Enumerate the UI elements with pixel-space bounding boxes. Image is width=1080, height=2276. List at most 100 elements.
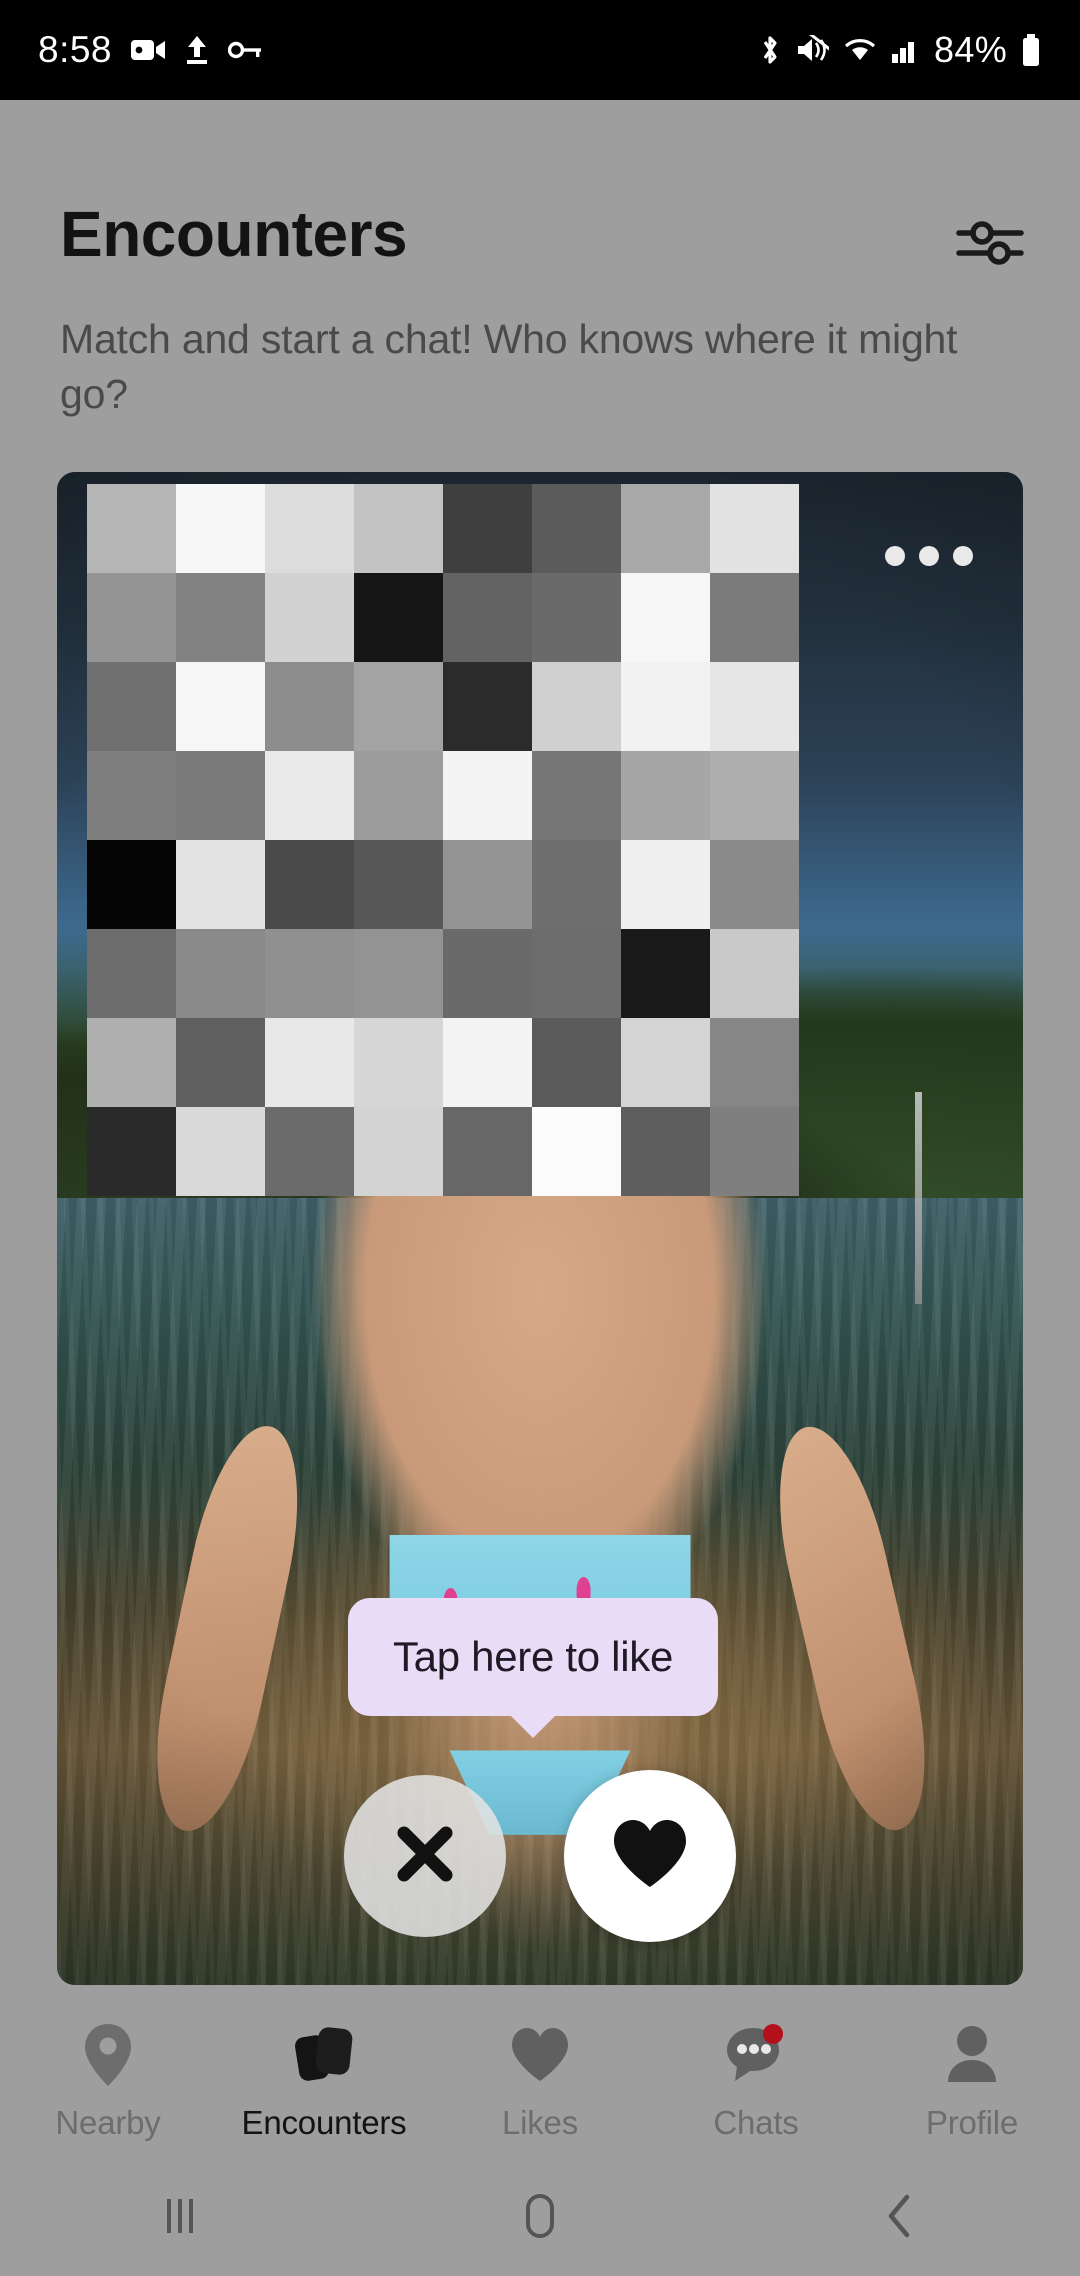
bottom-navigation: Nearby Encounters Likes Chats Profile <box>0 2000 1080 2160</box>
censor-tile <box>265 662 354 751</box>
censor-tile <box>532 929 621 1018</box>
censor-tile <box>443 662 532 751</box>
censor-tile <box>710 1107 799 1196</box>
status-bar: 8:58 84% <box>0 0 1080 100</box>
censor-tile <box>710 840 799 929</box>
censor-tile <box>354 1107 443 1196</box>
nav-label-nearby: Nearby <box>55 2104 161 2141</box>
censor-tile <box>87 1018 176 1107</box>
censor-tile <box>532 1018 621 1107</box>
censor-tile <box>443 484 532 573</box>
wifi-icon <box>842 35 878 65</box>
battery-percent-label: 84% <box>934 29 1007 70</box>
censor-tile <box>710 1018 799 1107</box>
censor-tile <box>710 573 799 662</box>
card-stack-icon <box>291 2022 357 2088</box>
censor-tile <box>443 929 532 1018</box>
censor-tile <box>87 484 176 573</box>
censor-tile <box>443 1107 532 1196</box>
like-tooltip: Tap here to like <box>348 1598 718 1716</box>
censor-tile <box>176 840 265 929</box>
censor-tile <box>176 662 265 751</box>
censor-tile <box>710 662 799 751</box>
censor-tile <box>87 751 176 840</box>
censor-tile <box>265 1107 354 1196</box>
recents-button[interactable] <box>105 2179 255 2257</box>
location-pin-icon <box>80 2022 136 2088</box>
censor-tile <box>532 751 621 840</box>
dislike-button[interactable] <box>344 1775 506 1937</box>
censor-tile <box>265 840 354 929</box>
like-button[interactable] <box>564 1770 736 1942</box>
chats-badge <box>763 2024 783 2044</box>
censor-tile <box>176 484 265 573</box>
censor-tile <box>176 1018 265 1107</box>
censor-tile <box>532 840 621 929</box>
vpn-key-icon <box>228 40 262 60</box>
censor-tile <box>265 929 354 1018</box>
more-options-icon[interactable] <box>877 538 981 574</box>
bluetooth-icon <box>758 33 782 67</box>
censor-tile <box>354 484 443 573</box>
home-icon <box>518 2191 562 2246</box>
home-button[interactable] <box>465 2179 615 2257</box>
censor-tile <box>621 1107 710 1196</box>
status-bar-left: 8:58 <box>38 29 262 71</box>
censor-tile <box>354 573 443 662</box>
censor-tile <box>176 573 265 662</box>
censor-tile <box>443 751 532 840</box>
censor-tile <box>532 573 621 662</box>
censor-tile <box>443 1018 532 1107</box>
status-bar-right: 84% <box>758 29 1042 71</box>
censor-tile <box>176 1107 265 1196</box>
card-actions <box>0 1770 1080 1942</box>
censor-tile <box>532 662 621 751</box>
filter-button[interactable] <box>942 208 1038 282</box>
censor-tile <box>621 751 710 840</box>
vibrate-mute-icon <box>795 35 830 65</box>
like-tooltip-label: Tap here to like <box>392 1633 674 1680</box>
heart-icon <box>509 2022 571 2088</box>
censor-tile <box>532 1107 621 1196</box>
chat-bubble-icon <box>723 2022 789 2088</box>
back-icon <box>883 2192 917 2245</box>
close-x-icon <box>388 1817 462 1896</box>
status-bar-clock: 8:58 <box>38 29 113 70</box>
censor-tile <box>354 662 443 751</box>
page-header: Encounters Match and start a chat! Who k… <box>0 100 1080 472</box>
censor-tile <box>265 751 354 840</box>
page-title: Encounters <box>60 198 408 270</box>
battery-icon <box>1020 33 1042 67</box>
filter-sliders-icon <box>956 218 1024 273</box>
page-subtitle: Match and start a chat! Who knows where … <box>60 316 958 417</box>
censor-tile <box>265 1018 354 1107</box>
nav-item-encounters[interactable]: Encounters <box>229 2022 419 2142</box>
censor-tile <box>443 573 532 662</box>
back-button[interactable] <box>825 2179 975 2257</box>
recents-icon <box>158 2193 202 2244</box>
censor-tile <box>621 484 710 573</box>
nav-item-nearby[interactable]: Nearby <box>13 2022 203 2142</box>
censor-tile <box>621 662 710 751</box>
censor-tile <box>87 573 176 662</box>
censor-tile <box>87 929 176 1018</box>
nav-item-chats[interactable]: Chats <box>661 2022 851 2142</box>
censor-tile <box>621 1018 710 1107</box>
profile-card[interactable] <box>57 472 1023 1985</box>
censor-tile <box>176 929 265 1018</box>
censor-tile <box>532 484 621 573</box>
censor-tile <box>443 840 532 929</box>
censor-tile <box>354 840 443 929</box>
nav-item-profile[interactable]: Profile <box>877 2022 1067 2142</box>
censor-tile <box>354 751 443 840</box>
app-screen: 8:58 84% Encounters Match and start a ch… <box>0 0 1080 2276</box>
censor-tile <box>265 484 354 573</box>
nav-label-chats: Chats <box>713 2104 799 2141</box>
nav-item-likes[interactable]: Likes <box>445 2022 635 2142</box>
heart-icon <box>610 1817 690 1896</box>
android-navigation-bar <box>0 2160 1080 2276</box>
video-camera-icon <box>130 35 166 65</box>
censor-tile <box>710 929 799 1018</box>
censor-tile <box>621 929 710 1018</box>
person-icon <box>943 2022 1001 2088</box>
